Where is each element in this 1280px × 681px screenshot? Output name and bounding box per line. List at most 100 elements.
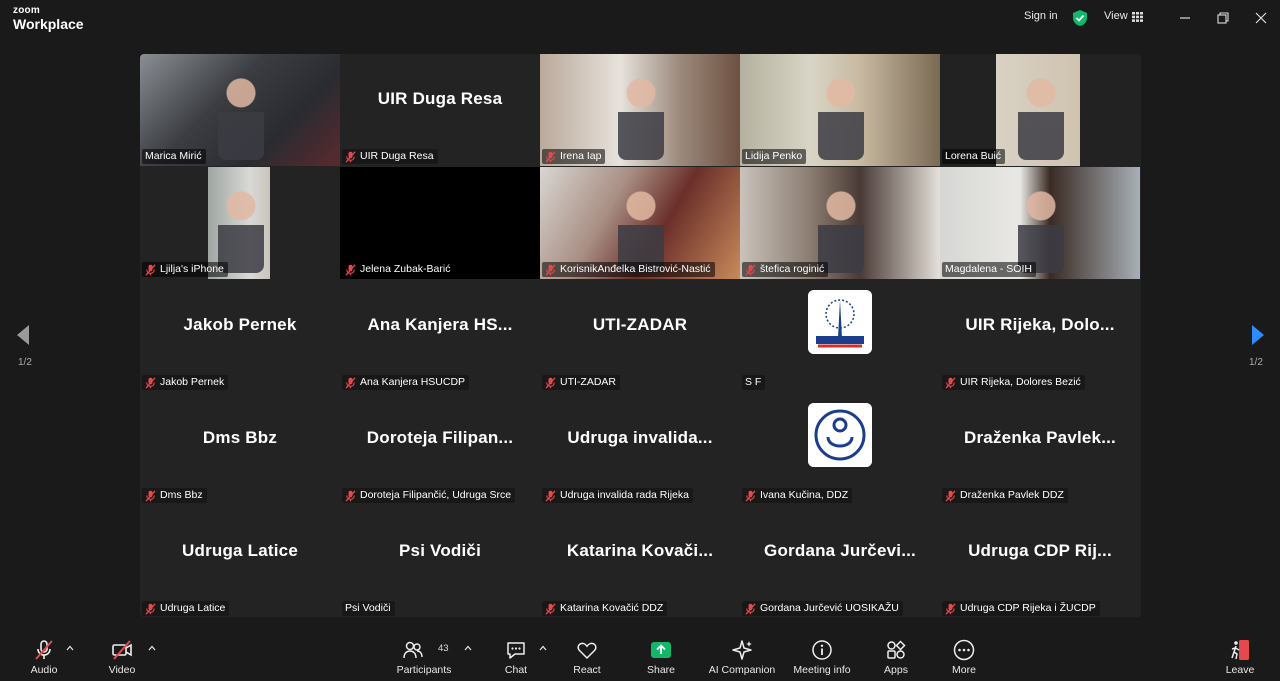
participant-tile[interactable]: Doroteja Filipan... Doroteja Filipančić, … [340,393,540,505]
view-grid-icon[interactable] [1132,12,1143,22]
participants-options-caret-icon[interactable] [464,645,472,651]
participant-display-name: Ana Kanjera HS... [367,315,513,334]
more-button[interactable]: More [944,631,984,681]
participant-name-label: Udruga CDP Rijeka i ŽUCDP [942,601,1100,616]
apps-button[interactable]: Apps [876,631,916,681]
participant-name-label: Lidija Penko [742,149,807,164]
participant-display-name: Udruga Latice [182,541,298,560]
previous-page-arrow-icon[interactable] [16,324,30,346]
participant-name-label: Ljilja's iPhone [142,262,228,277]
participant-tile[interactable]: Draženka Pavlek... Draženka Pavlek DDZ [940,393,1140,505]
apps-icon [887,640,906,659]
participant-name-label: S F [742,375,766,390]
participant-name-label: Ana Kanjera HSUCDP [342,375,470,390]
participant-name-text: UIR Duga Resa [360,150,434,162]
meeting-toolbar: Audio Video 43 Participants Chat React S… [0,631,1280,681]
participant-display-name: Jakob Pernek [183,315,297,334]
heart-icon [577,642,597,660]
video-button[interactable]: Video [100,631,144,681]
view-button[interactable]: View [1104,10,1128,22]
participant-tile[interactable]: Jakob Pernek Jakob Pernek [140,280,340,392]
participant-tile[interactable]: Ivana Kučina, DDZ [740,393,940,505]
participant-tile[interactable]: S F [740,280,940,392]
audio-options-caret-icon[interactable] [66,645,74,651]
participant-tile[interactable]: Magdalena - SOIH [940,167,1140,279]
ai-companion-button[interactable]: AI Companion [704,631,780,681]
mic-muted-icon [745,602,756,615]
chat-icon [507,642,525,659]
participant-name-label: Doroteja Filipančić, Udruga Srce [342,488,516,503]
participant-name-label: Magdalena - SOIH [942,262,1036,277]
leave-button[interactable]: Leave [1220,631,1260,681]
video-options-caret-icon[interactable] [148,645,156,651]
chat-button[interactable]: Chat [496,631,536,681]
participant-display-name: Psi Vodiči [399,541,481,560]
participant-tile[interactable]: Udruga Latice Udruga Latice [140,506,340,617]
participant-tile[interactable]: UTI-ZADAR UTI-ZADAR [540,280,740,392]
participant-display-name: Draženka Pavlek... [964,428,1116,447]
mic-muted-icon [345,150,356,163]
participant-name-text: Udruga Latice [160,602,226,614]
page-indicator-right: 1/2 [1249,357,1263,368]
share-button[interactable]: Share [640,631,682,681]
audio-label: Audio [30,664,58,676]
mic-muted-icon [945,376,956,389]
mic-muted-icon [145,263,156,276]
participant-tile[interactable]: Gordana Jurčevi... Gordana Jurčević UOSIK… [740,506,940,617]
participant-tile[interactable]: Marica Mirić [140,54,340,166]
participant-name-text: Lidija Penko [745,150,803,162]
participants-label: Participants [396,664,452,676]
next-page-arrow-icon[interactable] [1251,324,1265,346]
react-button[interactable]: React [566,631,608,681]
participant-tile[interactable]: UIR Rijeka, Dolo... UIR Rijeka, Dolores B… [940,280,1140,392]
video-off-icon [112,640,132,660]
react-label: React [573,664,601,676]
ai-companion-label: AI Companion [708,664,776,676]
sign-in-link[interactable]: Sign in [1024,10,1058,22]
participant-name-text: Magdalena - SOIH [945,263,1032,275]
participant-name-text: Katarina Kovačić DDZ [560,602,664,614]
participant-display-name: Katarina Kovači... [566,541,714,560]
participant-tile[interactable]: Katarina Kovači... Katarina Kovačić DDZ [540,506,740,617]
participant-name-label: UTI-ZADAR [542,375,620,390]
meeting-info-button[interactable]: Meeting info [790,631,854,681]
mic-muted-icon [945,489,956,502]
minimize-icon[interactable] [1176,9,1194,27]
participant-tile[interactable]: Psi Vodiči Psi Vodiči [340,506,540,617]
chat-options-caret-icon[interactable] [539,645,547,651]
audio-button[interactable]: Audio [22,631,66,681]
participant-tile[interactable]: Udruga CDP Rij... Udruga CDP Rijeka i ŽUC… [940,506,1140,617]
participant-tile[interactable]: UIR Duga Resa UIR Duga Resa [340,54,540,166]
gallery-view: Marica Mirić UIR Duga Resa UIR Duga Resa Ir… [140,54,1141,617]
participant-tile[interactable]: KorisnikAnđelka Bistrović-Nastić [540,167,740,279]
close-icon[interactable] [1252,9,1270,27]
participant-silhouette [818,74,864,160]
participant-name-text: Ljilja's iPhone [160,263,224,275]
participant-tile[interactable]: Lorena Buić [940,54,1140,166]
participant-name-text: Irena Iap [560,150,602,162]
participant-name-label: Dms Bbz [142,488,207,503]
mic-muted-icon [145,602,156,615]
mic-muted-icon [545,489,556,502]
participants-button[interactable]: 43 Participants [394,631,454,681]
participant-tile[interactable]: Lidija Penko [740,54,940,166]
participant-tile[interactable]: Udruga invalida... Udruga invalida rada R… [540,393,740,505]
participant-name-text: Udruga CDP Rijeka i ŽUCDP [960,602,1096,614]
mic-muted-icon [545,376,556,389]
mic-muted-icon [345,489,356,502]
participant-tile[interactable]: Jelena Zubak-Barić [340,167,540,279]
share-screen-icon [651,642,671,658]
restore-icon[interactable] [1214,9,1232,27]
participant-name-label: Gordana Jurčević UOSIKAŽU [742,601,903,616]
participant-name-label: Irena Iap [542,149,606,164]
participant-tile[interactable]: Ljilja's iPhone [140,167,340,279]
participant-display-name: Dms Bbz [202,428,278,447]
participant-tile[interactable]: štefica roginić [740,167,940,279]
participant-tile[interactable]: Irena Iap [540,54,740,166]
participant-name-label: Jakob Pernek [142,375,229,390]
participant-tile[interactable]: Ana Kanjera HS... Ana Kanjera HSUCDP [340,280,540,392]
encryption-shield-icon[interactable] [1072,9,1088,27]
participant-tile[interactable]: Dms Bbz Dms Bbz [140,393,340,505]
participant-name-text: Jakob Pernek [160,376,225,388]
more-dots-icon [953,639,975,661]
